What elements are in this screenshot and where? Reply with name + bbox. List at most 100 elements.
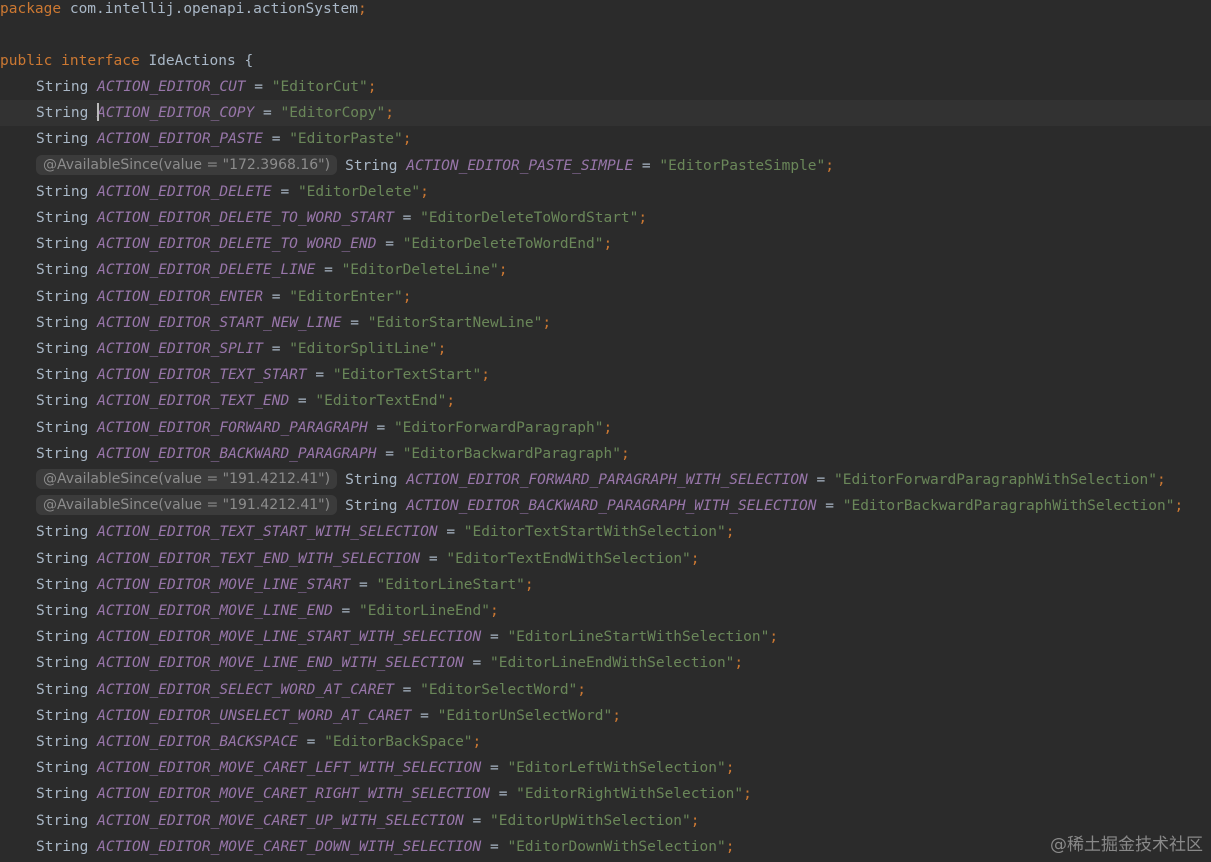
interface-declaration-line[interactable]: public interface IdeActions { bbox=[0, 48, 1211, 74]
field-line[interactable]: String ACTION_EDITOR_BACKSPACE = "Editor… bbox=[0, 729, 1211, 755]
assign-operator: = bbox=[254, 105, 281, 122]
field-name[interactable]: ACTION_EDITOR_BACKWARD_PARAGRAPH_WITH_SE… bbox=[406, 498, 816, 514]
available-since-hint[interactable]: @AvailableSince(value = "191.4212.41") bbox=[36, 469, 338, 489]
field-name[interactable]: ACTION_EDITOR_MOVE_CARET_LEFT_WITH_SELEC… bbox=[97, 760, 481, 776]
field-line[interactable]: @AvailableSince(value = "191.4212.41") St… bbox=[0, 493, 1211, 519]
field-line[interactable]: String ACTION_EDITOR_MOVE_CARET_UP_WITH_… bbox=[0, 808, 1211, 834]
field-type: String bbox=[36, 707, 89, 724]
field-line[interactable]: String ACTION_EDITOR_SPLIT = "EditorSpli… bbox=[0, 336, 1211, 362]
field-line[interactable]: String ACTION_EDITOR_PASTE = "EditorPast… bbox=[0, 126, 1211, 152]
field-name[interactable]: ACTION_EDITOR_TEXT_END bbox=[97, 393, 289, 409]
field-name[interactable]: ACTION_EDITOR_FORWARD_PARAGRAPH_WITH_SEL… bbox=[406, 472, 808, 488]
field-name[interactable]: ACTION_EDITOR_TEXT_START_WITH_SELECTION bbox=[97, 524, 437, 540]
hint-suffix: ) bbox=[324, 497, 331, 514]
field-name[interactable]: ACTION_EDITOR_CUT bbox=[97, 79, 245, 95]
field-line[interactable]: @AvailableSince(value = "172.3968.16") St… bbox=[0, 153, 1211, 179]
field-name[interactable]: ACTION_EDITOR_PASTE bbox=[97, 131, 263, 147]
available-since-hint[interactable]: @AvailableSince(value = "191.4212.41") bbox=[36, 495, 338, 516]
field-line[interactable]: String ACTION_EDITOR_START_NEW_LINE = "E… bbox=[0, 310, 1211, 336]
semicolon: ; bbox=[825, 157, 835, 174]
field-line[interactable]: String ACTION_EDITOR_FORWARD_PARAGRAPH =… bbox=[0, 415, 1211, 441]
field-type: String bbox=[36, 550, 89, 567]
field-name[interactable]: ACTION_EDITOR_BACKSPACE bbox=[97, 734, 298, 750]
field-name[interactable]: ACTION_EDITOR_MOVE_LINE_START bbox=[97, 577, 350, 593]
field-type: String bbox=[36, 314, 89, 331]
field-name[interactable]: ACTION_EDITOR_START_NEW_LINE bbox=[97, 315, 341, 331]
assign-operator: = bbox=[306, 367, 333, 384]
field-name[interactable]: ACTION_EDITOR_MOVE_CARET_DOWN_WITH_SELEC… bbox=[97, 839, 481, 855]
field-line[interactable]: String ACTION_EDITOR_UNSELECT_WORD_AT_CA… bbox=[0, 703, 1211, 729]
field-line[interactable]: String ACTION_EDITOR_DELETE_TO_WORD_END … bbox=[0, 231, 1211, 257]
field-name[interactable]: ACTION_EDITOR_DELETE bbox=[97, 184, 272, 200]
field-name[interactable]: ACTION_EDITOR_COPY bbox=[97, 105, 254, 121]
field-line[interactable]: @AvailableSince(value = "191.4212.41") St… bbox=[0, 467, 1211, 493]
package-line[interactable]: package com.intellij.openapi.actionSyste… bbox=[0, 0, 1211, 22]
field-line[interactable]: String ACTION_EDITOR_TEXT_END = "EditorT… bbox=[0, 388, 1211, 414]
assign-operator: = bbox=[481, 629, 508, 646]
field-type: String bbox=[36, 734, 89, 750]
field-type: String bbox=[36, 576, 89, 593]
field-line[interactable]: String ACTION_EDITOR_MOVE_CARET_RIGHT_WI… bbox=[0, 781, 1211, 807]
assign-operator: = bbox=[341, 314, 368, 331]
field-name[interactable]: ACTION_EDITOR_TEXT_START bbox=[97, 367, 307, 383]
field-name[interactable]: ACTION_EDITOR_TEXT_END_WITH_SELECTION bbox=[97, 551, 420, 567]
semicolon: ; bbox=[769, 629, 779, 646]
field-value-string: "EditorLineStart" bbox=[376, 576, 525, 593]
field-line[interactable]: String ACTION_EDITOR_MOVE_LINE_END_WITH_… bbox=[0, 650, 1211, 676]
field-line[interactable]: String ACTION_EDITOR_CUT = "EditorCut"; bbox=[0, 74, 1211, 100]
field-name[interactable]: ACTION_EDITOR_MOVE_LINE_END_WITH_SELECTI… bbox=[97, 655, 464, 671]
assign-operator: = bbox=[289, 393, 316, 410]
semicolon: ; bbox=[612, 707, 621, 724]
field-line[interactable]: String ACTION_EDITOR_DELETE = "EditorDel… bbox=[0, 179, 1211, 205]
field-name[interactable]: ACTION_EDITOR_FORWARD_PARAGRAPH bbox=[97, 420, 368, 436]
field-value-string: "EditorCut" bbox=[271, 79, 368, 95]
field-name[interactable]: ACTION_EDITOR_ENTER bbox=[97, 289, 263, 305]
field-line[interactable]: String ACTION_EDITOR_MOVE_LINE_END = "Ed… bbox=[0, 598, 1211, 624]
field-type: String bbox=[345, 157, 398, 174]
field-line[interactable]: String ACTION_EDITOR_MOVE_CARET_DOWN_WIT… bbox=[0, 834, 1211, 860]
field-name[interactable]: ACTION_EDITOR_MOVE_LINE_START_WITH_SELEC… bbox=[97, 629, 481, 645]
field-line[interactable]: String ACTION_EDITOR_DELETE_TO_WORD_STAR… bbox=[0, 205, 1211, 231]
semicolon: ; bbox=[1157, 472, 1166, 488]
field-name[interactable]: ACTION_EDITOR_DELETE_TO_WORD_END bbox=[97, 236, 376, 252]
hint-prefix: @AvailableSince(value = bbox=[43, 471, 223, 487]
field-name[interactable]: ACTION_EDITOR_MOVE_LINE_END bbox=[97, 603, 333, 619]
field-line[interactable]: String ACTION_EDITOR_COPY = "EditorCopy"… bbox=[0, 100, 1211, 127]
assign-operator: = bbox=[376, 445, 403, 462]
field-line[interactable]: String ACTION_EDITOR_ENTER = "EditorEnte… bbox=[0, 284, 1211, 310]
field-line[interactable]: String ACTION_EDITOR_TEXT_START_WITH_SEL… bbox=[0, 519, 1211, 545]
field-name[interactable]: ACTION_EDITOR_MOVE_CARET_UP_WITH_SELECTI… bbox=[97, 813, 464, 829]
field-type: String bbox=[36, 183, 89, 200]
hint-version: "172.3968.16" bbox=[222, 156, 325, 173]
field-line[interactable]: String ACTION_EDITOR_TEXT_END_WITH_SELEC… bbox=[0, 546, 1211, 572]
field-name[interactable]: ACTION_EDITOR_MOVE_CARET_RIGHT_WITH_SELE… bbox=[97, 786, 490, 802]
field-value-string: "EditorDeleteToWordEnd" bbox=[402, 236, 604, 253]
field-type: String bbox=[36, 603, 89, 619]
field-value-string: "EditorDeleteLine" bbox=[341, 262, 499, 279]
field-line[interactable]: String ACTION_EDITOR_DELETE_LINE = "Edit… bbox=[0, 257, 1211, 283]
field-name[interactable]: ACTION_EDITOR_SPLIT bbox=[97, 341, 263, 357]
assign-operator: = bbox=[481, 760, 508, 777]
field-name[interactable]: ACTION_EDITOR_BACKWARD_PARAGRAPH bbox=[97, 446, 376, 462]
field-value-string: "EditorPasteSimple" bbox=[659, 157, 826, 174]
field-name[interactable]: ACTION_EDITOR_DELETE_TO_WORD_START bbox=[97, 210, 394, 226]
field-value-string: "EditorTextEndWithSelection" bbox=[446, 550, 691, 567]
field-line[interactable]: String ACTION_EDITOR_BACKWARD_PARAGRAPH … bbox=[0, 441, 1211, 467]
assign-operator: = bbox=[420, 550, 447, 567]
field-line[interactable]: String ACTION_EDITOR_MOVE_CARET_LEFT_WIT… bbox=[0, 755, 1211, 781]
field-line[interactable]: String ACTION_EDITOR_MOVE_LINE_START_WIT… bbox=[0, 624, 1211, 650]
field-line[interactable]: String ACTION_EDITOR_SELECT_WORD_AT_CARE… bbox=[0, 677, 1211, 703]
field-name[interactable]: ACTION_EDITOR_PASTE_SIMPLE bbox=[406, 158, 633, 174]
field-name[interactable]: ACTION_EDITOR_DELETE_LINE bbox=[97, 262, 315, 278]
field-value-string: "EditorLineEndWithSelection" bbox=[489, 655, 735, 672]
code-editor[interactable]: package com.intellij.openapi.actionSyste… bbox=[0, 0, 1211, 862]
semicolon: ; bbox=[446, 393, 456, 410]
field-name[interactable]: ACTION_EDITOR_UNSELECT_WORD_AT_CARET bbox=[97, 708, 411, 724]
field-name[interactable]: ACTION_EDITOR_SELECT_WORD_AT_CARET bbox=[97, 682, 394, 698]
field-value-string: "EditorSelectWord" bbox=[420, 681, 578, 698]
available-since-hint[interactable]: @AvailableSince(value = "172.3968.16") bbox=[36, 154, 338, 175]
field-line[interactable]: String ACTION_EDITOR_MOVE_LINE_START = "… bbox=[0, 572, 1211, 598]
field-line[interactable]: String ACTION_EDITOR_TEXT_START = "Edito… bbox=[0, 362, 1211, 388]
semicolon: ; bbox=[690, 550, 700, 567]
open-brace: { bbox=[244, 53, 254, 69]
